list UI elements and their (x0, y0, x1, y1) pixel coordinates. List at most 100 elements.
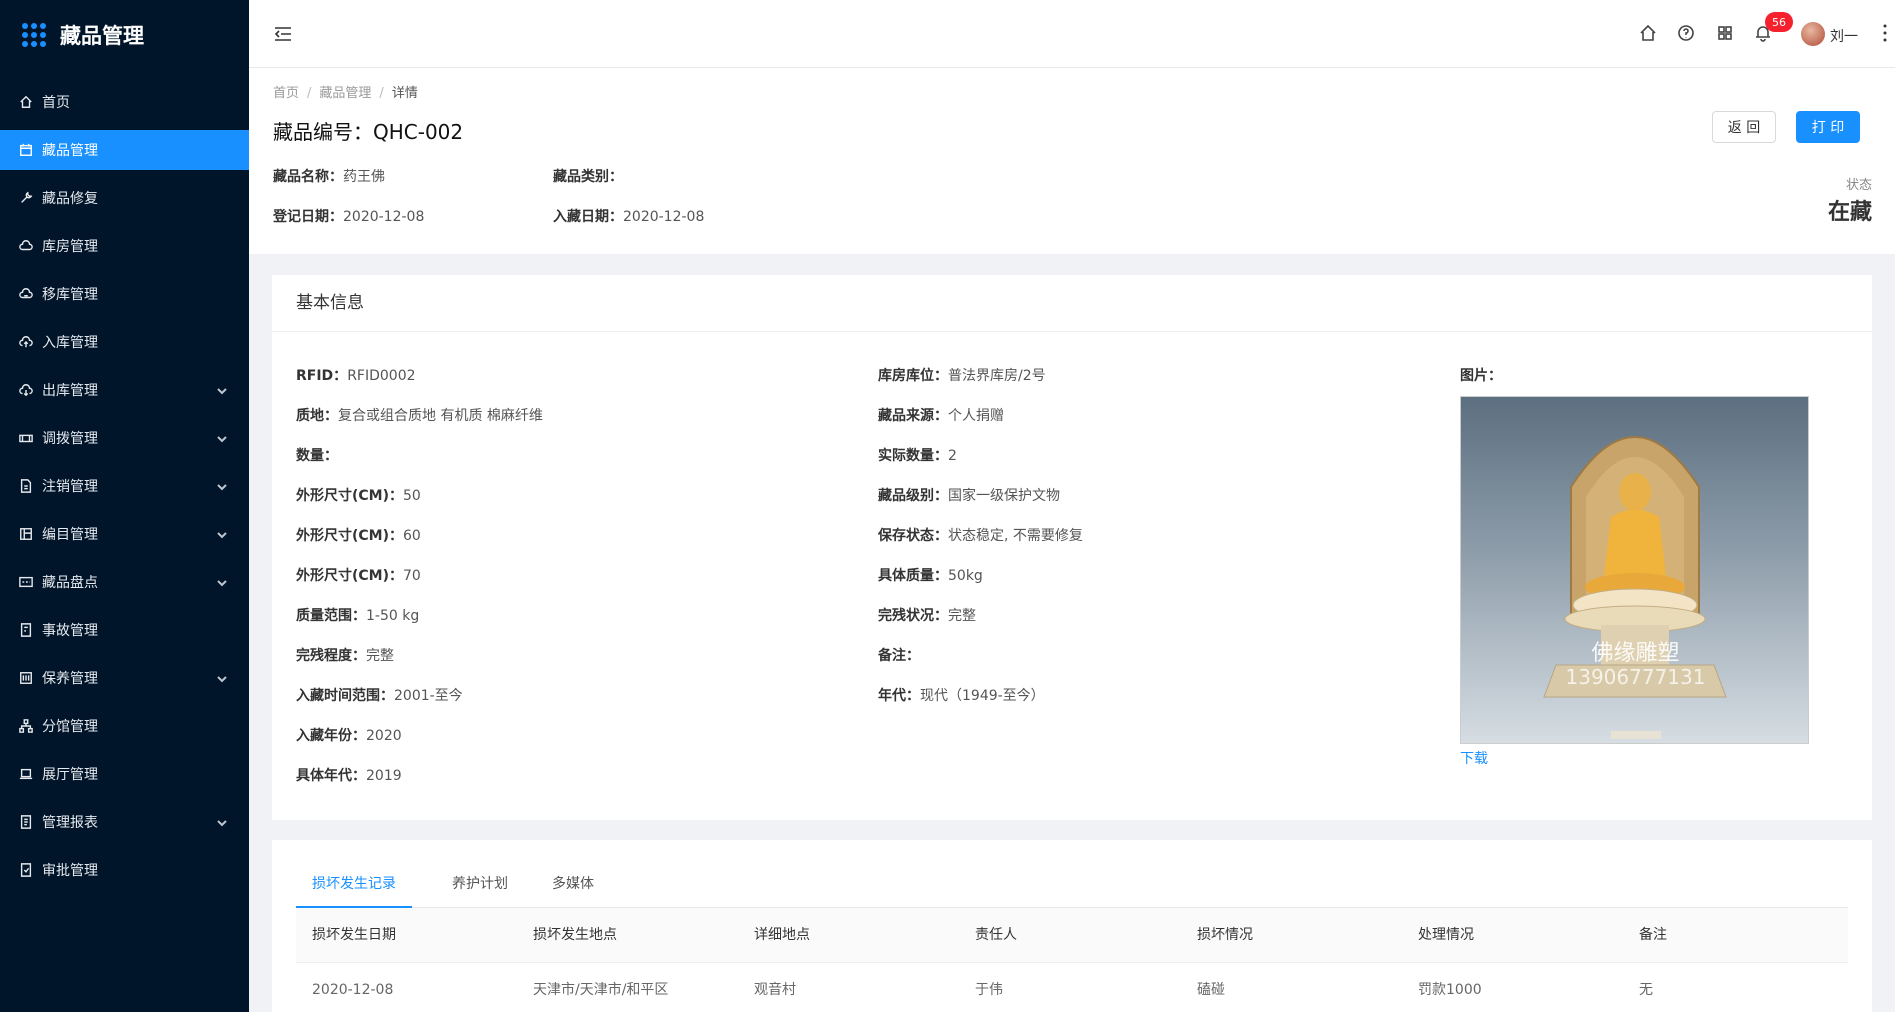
menu-fold-icon[interactable] (273, 24, 293, 44)
home-icon[interactable] (1639, 24, 1659, 44)
breadcrumb-collection[interactable]: 藏品管理 (319, 86, 371, 101)
column-header: 损坏情况 (1197, 927, 1253, 943)
sidebar-item-label: 藏品修复 (42, 191, 98, 207)
home-icon (18, 94, 34, 110)
username[interactable]: 刘一 (1830, 26, 1858, 46)
field-specific-era: 具体年代：2019 (296, 768, 402, 784)
avatar[interactable] (1801, 22, 1825, 46)
table-cell: 2020-12-08 (312, 982, 394, 998)
sidebar-item-outbound[interactable]: 出库管理 (0, 370, 249, 410)
field-remark: 备注： (878, 648, 920, 664)
sidebar-item-label: 出库管理 (42, 383, 98, 399)
field-size-1: 外形尺寸(CM)：50 (296, 488, 421, 504)
sidebar-item-label: 保养管理 (42, 671, 98, 687)
chevron-down-icon (217, 528, 229, 540)
tab-multimedia[interactable]: 多媒体 (536, 868, 610, 908)
basic-info-card: 基本信息 RFID：RFID0002 质地：复合或组合质地 有机质 棉麻纤维 数… (272, 275, 1872, 820)
sidebar-item-branch[interactable]: 分馆管理 (0, 706, 249, 746)
cluster-icon (18, 718, 34, 734)
sidebar-item-label: 展厅管理 (42, 767, 98, 783)
field-completeness: 完残程度：完整 (296, 648, 394, 664)
sidebar-item-catalog[interactable]: 编目管理 (0, 514, 249, 554)
app-grid-icon (22, 23, 46, 47)
brand[interactable]: 藏品管理 (0, 0, 249, 70)
chevron-down-icon (217, 816, 229, 828)
field-mass-range: 质量范围：1-50 kg (296, 608, 420, 624)
item-image[interactable]: 佛缘雕塑 13906777131 (1460, 396, 1809, 744)
more-vertical-icon[interactable] (1881, 22, 1889, 44)
collect-date: 入藏日期：2020-12-08 (553, 209, 705, 225)
tab-damage-records[interactable]: 损坏发生记录 (296, 868, 412, 908)
breadcrumb-home[interactable]: 首页 (273, 86, 299, 101)
chevron-down-icon (217, 432, 229, 444)
print-button[interactable]: 打 印 (1796, 111, 1860, 143)
chevron-down-icon (217, 384, 229, 396)
sidebar-item-collection[interactable]: 藏品管理 (0, 130, 249, 170)
sidebar-item-inbound[interactable]: 入库管理 (0, 322, 249, 362)
register-date: 登记日期：2020-12-08 (273, 209, 425, 225)
download-link[interactable]: 下载 (1460, 748, 1488, 768)
field-size-3: 外形尺寸(CM)：70 (296, 568, 421, 584)
sidebar-menu: 首页 藏品管理 藏品修复 库房管理 移库管理 入库管理 出库管理 调拨管理 注销… (0, 82, 249, 890)
calendar-check-icon (18, 574, 34, 590)
library-icon (18, 670, 34, 686)
sidebar-item-label: 移库管理 (42, 287, 98, 303)
status-label: 状态 (1845, 178, 1872, 193)
table-row[interactable]: 2020-12-08 天津市/天津市/和平区 观音村 于伟 磕碰 罚款1000 … (296, 963, 1848, 1012)
sidebar-item-exhibition[interactable]: 展厅管理 (0, 754, 249, 794)
field-collect-range: 入藏时间范围：2001-至今 (296, 688, 463, 704)
cloud-upload-icon (18, 334, 34, 350)
page-title: 藏品编号：QHC-002 (273, 120, 464, 144)
cloud-download-icon (18, 382, 34, 398)
notification-badge: 56 (1765, 12, 1793, 32)
apps-icon[interactable] (1716, 24, 1736, 44)
sidebar-item-label: 入库管理 (42, 335, 98, 351)
cloud-sync-icon (18, 286, 34, 302)
sidebar-item-home[interactable]: 首页 (0, 82, 249, 122)
wrench-icon (18, 190, 34, 206)
brand-title: 藏品管理 (60, 24, 144, 48)
sidebar-item-label: 事故管理 (42, 623, 98, 639)
sidebar-item-warehouse[interactable]: 库房管理 (0, 226, 249, 266)
layout-icon (18, 526, 34, 542)
sidebar-item-move[interactable]: 移库管理 (0, 274, 249, 314)
field-source: 藏品来源：个人捐赠 (878, 408, 1004, 424)
column-header: 责任人 (975, 927, 1017, 943)
sidebar-item-report[interactable]: 管理报表 (0, 802, 249, 842)
sidebar-item-maintenance[interactable]: 保养管理 (0, 658, 249, 698)
sidebar-item-label: 首页 (42, 95, 70, 111)
field-condition: 完残状况：完整 (878, 608, 976, 624)
column-header: 处理情况 (1418, 927, 1474, 943)
field-actual-quantity: 实际数量：2 (878, 448, 957, 464)
sidebar-item-transfer[interactable]: 调拨管理 (0, 418, 249, 458)
back-button[interactable]: 返 回 (1712, 111, 1776, 143)
sidebar-item-cancel[interactable]: 注销管理 (0, 466, 249, 506)
card-title: 基本信息 (272, 275, 1872, 332)
item-name: 藏品名称：药王佛 (273, 169, 385, 185)
tabs: 损坏发生记录 养护计划 多媒体 (296, 868, 1848, 908)
sidebar-item-accident[interactable]: 事故管理 (0, 610, 249, 650)
field-level: 藏品级别：国家一级保护文物 (878, 488, 1060, 504)
sidebar-item-repair[interactable]: 藏品修复 (0, 178, 249, 218)
sidebar-item-approval[interactable]: 审批管理 (0, 850, 249, 890)
cloud-icon (18, 238, 34, 254)
item-category: 藏品类别： (553, 169, 623, 185)
sidebar-item-inventory[interactable]: 藏品盘点 (0, 562, 249, 602)
tab-maintenance-plan[interactable]: 养护计划 (436, 868, 524, 908)
field-quantity: 数量： (296, 448, 338, 464)
sidebar-item-label: 调拨管理 (42, 431, 98, 447)
report-icon (18, 814, 34, 830)
top-header: 56 刘一 (249, 0, 1895, 68)
question-icon[interactable] (1677, 24, 1697, 44)
page-header: 首页 / 藏品管理 / 详情 藏品编号：QHC-002 返 回 打 印 藏品名称：药王佛… (249, 68, 1895, 254)
records-card: 损坏发生记录 养护计划 多媒体 损坏发生日期 损坏发生地点 详细地点 责任人 损… (272, 840, 1872, 1012)
file-warning-icon (18, 622, 34, 638)
damage-table: 损坏发生日期 损坏发生地点 详细地点 责任人 损坏情况 处理情况 备注 2020… (296, 908, 1848, 1012)
field-era: 年代：现代（1949-至今） (878, 688, 1045, 704)
image-watermark-phone: 13906777131 (1565, 665, 1706, 689)
chevron-down-icon (217, 672, 229, 684)
buddha-statue-image (1543, 436, 1727, 739)
table-header: 损坏发生日期 损坏发生地点 详细地点 责任人 损坏情况 处理情况 备注 (296, 908, 1848, 963)
field-mass: 具体质量：50kg (878, 568, 983, 584)
calendar-icon (18, 142, 34, 158)
